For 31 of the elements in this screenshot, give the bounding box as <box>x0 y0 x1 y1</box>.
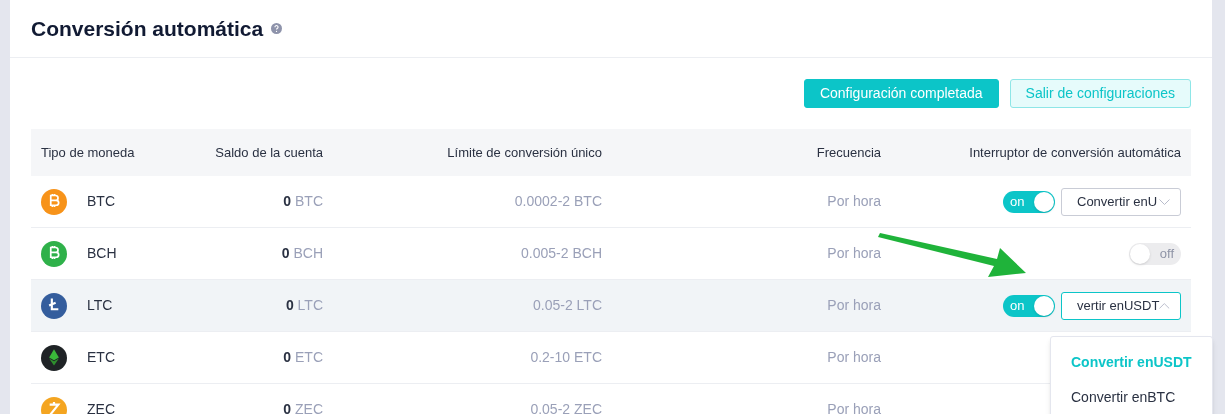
balance-amount: 0 <box>283 401 292 414</box>
page-title: Conversión automática <box>31 15 264 42</box>
column-header: Interruptor de conversión automática <box>969 144 1181 160</box>
balance-amount: 0 <box>281 245 290 261</box>
limit-range: 0.05-2 LTC <box>533 297 602 313</box>
coin-name: BTC <box>87 192 115 211</box>
frequency-text: Por hora <box>827 193 881 209</box>
frequency-text: Por hora <box>827 401 881 414</box>
column-header: Tipo de moneda <box>41 144 135 160</box>
balance-amount: 0 <box>285 297 294 313</box>
coin-name: ZEC <box>87 400 115 414</box>
coin-name: ETC <box>87 348 115 367</box>
frequency-text: Por hora <box>827 245 881 261</box>
coin-name: BCH <box>87 244 117 263</box>
limit-range: 0.005-2 BCH <box>521 245 602 261</box>
frequency-text: Por hora <box>827 349 881 365</box>
limit-range: 0.0002-2 BTC <box>514 193 602 209</box>
limit-range: 0.2-10 ETC <box>530 349 602 365</box>
balance-unit: LTC <box>297 297 323 313</box>
column-header: Límite de conversión único <box>447 144 602 160</box>
column-header: Frecuencia <box>816 144 881 160</box>
coin-name: LTC <box>87 296 113 315</box>
balance-unit: BTC <box>295 193 323 209</box>
balance-unit: BCH <box>293 245 323 261</box>
balance-unit: ETC <box>295 349 323 365</box>
frequency-text: Por hora <box>827 297 881 313</box>
limit-range: 0.05-2 ZEC <box>530 401 602 414</box>
balance-amount: 0 <box>283 349 292 365</box>
column-header: Saldo de la cuenta <box>215 144 323 160</box>
balance-amount: 0 <box>283 193 292 209</box>
balance-unit: ZEC <box>295 401 323 414</box>
